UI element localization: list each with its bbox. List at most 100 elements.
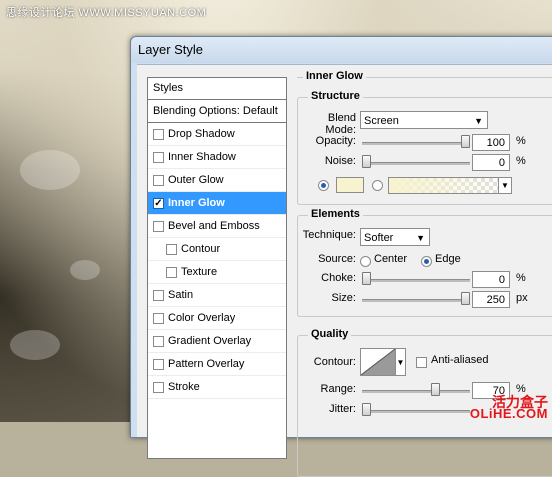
slider-track	[362, 390, 470, 393]
blend-mode-label: Blend Mode:	[325, 112, 356, 136]
style-item-label: Outer Glow	[168, 174, 224, 186]
structure-title: Structure	[308, 90, 363, 102]
style-item-outer-glow[interactable]: Outer Glow	[148, 169, 286, 192]
percent-unit: %	[516, 272, 526, 284]
slider-track	[362, 142, 470, 145]
opacity-label: Opacity:	[315, 135, 356, 147]
range-slider[interactable]	[362, 383, 470, 396]
style-item-satin[interactable]: Satin	[148, 284, 286, 307]
style-checkbox[interactable]	[153, 290, 164, 301]
style-item-label: Drop Shadow	[168, 128, 235, 140]
slider-track	[362, 279, 470, 282]
style-item-stroke[interactable]: Stroke	[148, 376, 286, 399]
solid-color-radio[interactable]	[318, 180, 329, 191]
contour-preview[interactable]	[360, 348, 396, 376]
dialog-titlebar[interactable]: Layer Style	[131, 37, 552, 63]
noise-slider[interactable]	[362, 155, 470, 168]
slider-thumb[interactable]	[431, 383, 440, 396]
style-checkbox[interactable]	[153, 382, 164, 393]
styles-header[interactable]: Styles	[148, 78, 286, 100]
style-checkbox[interactable]	[166, 267, 177, 278]
percent-unit: %	[516, 155, 526, 167]
size-input[interactable]: 250	[472, 291, 510, 308]
choke-label: Choke:	[321, 272, 356, 284]
slider-thumb[interactable]	[461, 135, 470, 148]
source-center-label: Center	[374, 253, 408, 265]
slider-track	[362, 162, 470, 165]
slider-thumb[interactable]	[461, 292, 470, 305]
anti-aliased-label: Anti-aliased	[431, 354, 489, 366]
style-item-label: Gradient Overlay	[168, 335, 252, 347]
noise-input[interactable]: 0	[472, 154, 510, 171]
slider-track	[362, 299, 470, 302]
blend-mode-select[interactable]: Screen ▼	[360, 111, 488, 129]
opacity-slider[interactable]	[362, 135, 470, 148]
size-label: Size:	[331, 292, 356, 304]
quality-title: Quality	[308, 328, 352, 340]
opacity-input[interactable]: 100	[472, 134, 510, 151]
source-edge-radio[interactable]	[421, 256, 432, 267]
gradient-radio[interactable]	[372, 180, 383, 191]
gradient-picker[interactable]: ▼	[388, 177, 512, 194]
slider-thumb[interactable]	[362, 403, 371, 416]
style-checkbox[interactable]	[153, 336, 164, 347]
choke-input[interactable]: 0	[472, 271, 510, 288]
px-unit: px	[516, 292, 528, 304]
choke-slider[interactable]	[362, 272, 470, 285]
source-center-radio[interactable]	[360, 256, 371, 267]
noise-label: Noise:	[324, 155, 356, 167]
style-item-label: Bevel and Emboss	[168, 220, 260, 232]
site-logo: 活力盒子 OLiHE.COM	[469, 395, 548, 421]
style-item-label: Satin	[168, 289, 194, 301]
glow-color-swatch[interactable]	[336, 177, 364, 193]
style-checkbox[interactable]: ✓	[153, 198, 164, 209]
contour-label: Contour:	[313, 356, 356, 368]
background-spot	[10, 330, 60, 360]
jitter-label: Jitter:	[329, 403, 356, 415]
anti-aliased-checkbox[interactable]	[416, 357, 427, 368]
logo-en: OLiHE.COM	[469, 406, 548, 421]
style-item-label: Inner Shadow	[168, 151, 236, 163]
slider-thumb[interactable]	[362, 272, 371, 285]
style-item-gradient-overlay[interactable]: Gradient Overlay	[148, 330, 286, 353]
source-label: Source:	[318, 253, 356, 265]
style-item-inner-glow[interactable]: ✓ Inner Glow	[148, 192, 286, 215]
style-checkbox[interactable]	[153, 129, 164, 140]
chevron-down-icon: ▼	[396, 358, 405, 367]
blending-options-item[interactable]: Blending Options: Default	[148, 100, 286, 123]
contour-dropdown[interactable]: ▼	[396, 348, 406, 376]
background-spot	[20, 150, 80, 190]
background-spot	[70, 260, 100, 280]
technique-value: Softer	[364, 232, 394, 244]
style-item-bevel-and-emboss[interactable]: Bevel and Emboss	[148, 215, 286, 238]
chevron-down-icon: ▼	[416, 233, 425, 243]
watermark-text: 思缘设计论坛 WWW.MISSYUAN.COM	[6, 7, 207, 19]
size-slider[interactable]	[362, 292, 470, 305]
style-item-label: Contour	[181, 243, 221, 255]
style-checkbox[interactable]	[166, 244, 177, 255]
structure-group: Structure Blend Mode: Screen ▼ Opacity: …	[297, 90, 552, 205]
chevron-down-icon[interactable]: ▼	[498, 178, 511, 193]
style-item-color-overlay[interactable]: Color Overlay	[148, 307, 286, 330]
style-item-texture[interactable]: Texture	[148, 261, 286, 284]
source-edge-label: Edge	[435, 253, 461, 265]
jitter-slider[interactable]	[362, 403, 470, 416]
style-checkbox[interactable]	[153, 221, 164, 232]
dialog-title: Layer Style	[138, 42, 204, 57]
style-item-pattern-overlay[interactable]: Pattern Overlay	[148, 353, 286, 376]
style-item-label: Color Overlay	[168, 312, 236, 324]
style-checkbox[interactable]	[153, 175, 164, 186]
percent-unit: %	[516, 135, 526, 147]
style-checkbox[interactable]	[153, 313, 164, 324]
style-item-drop-shadow[interactable]: Drop Shadow	[148, 123, 286, 146]
technique-select[interactable]: Softer ▼	[360, 228, 430, 246]
style-checkbox[interactable]	[153, 359, 164, 370]
style-item-inner-shadow[interactable]: Inner Shadow	[148, 146, 286, 169]
style-items: Drop Shadow Inner Shadow Outer Glow ✓ Inner …	[148, 123, 286, 399]
style-checkbox[interactable]	[153, 152, 164, 163]
slider-thumb[interactable]	[362, 155, 371, 168]
style-item-contour[interactable]: Contour	[148, 238, 286, 261]
styles-list: Styles Blending Options: Default Drop Sh…	[147, 77, 287, 459]
section-title: Inner Glow	[303, 70, 366, 82]
slider-track	[362, 410, 470, 413]
